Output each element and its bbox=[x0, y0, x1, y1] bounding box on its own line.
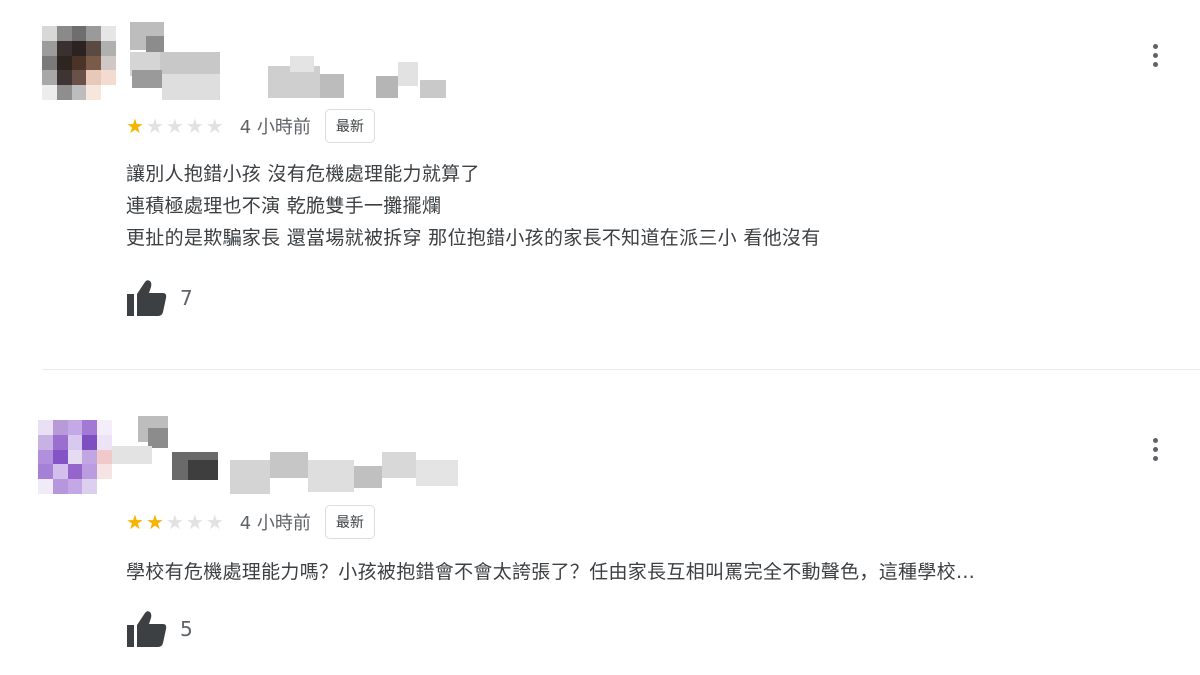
star-icon: ★ bbox=[185, 510, 204, 534]
star-icon: ★ bbox=[205, 510, 224, 534]
review-meta: ★ ★ ★ ★ ★ 4 小時前 最新 bbox=[126, 504, 375, 540]
reviewer-name-blurred[interactable] bbox=[130, 22, 460, 112]
star-icon: ★ bbox=[145, 510, 164, 534]
new-badge: 最新 bbox=[324, 109, 375, 143]
like-count: 7 bbox=[180, 286, 193, 310]
star-icon: ★ bbox=[165, 114, 184, 138]
more-options-button[interactable] bbox=[1144, 434, 1166, 464]
divider bbox=[42, 369, 1200, 370]
star-icon: ★ bbox=[126, 510, 144, 534]
review-text: 讓別人抱錯小孩 沒有危機處理能力就算了 連積極處理也不演 乾脆雙手一攤擺爛 更扯… bbox=[126, 158, 821, 254]
reviewer-name-blurred[interactable] bbox=[112, 416, 462, 506]
star-icon: ★ bbox=[205, 114, 224, 138]
like-button[interactable]: 7 bbox=[126, 278, 193, 318]
more-vert-icon bbox=[1152, 437, 1158, 443]
review-text-line: 學校有危機處理能力嗎？小孩被抱錯會不會太誇張了？任由家長互相叫罵完全不動聲色，這… bbox=[126, 561, 976, 583]
star-icon: ★ bbox=[126, 114, 144, 138]
star-icon: ★ bbox=[185, 114, 204, 138]
rating-stars: ★ ★ ★ ★ ★ bbox=[126, 116, 224, 136]
rating-stars: ★ ★ ★ ★ ★ bbox=[126, 512, 224, 532]
new-badge: 最新 bbox=[324, 505, 375, 539]
thumbs-up-icon bbox=[126, 279, 168, 317]
star-icon: ★ bbox=[165, 510, 184, 534]
star-icon: ★ bbox=[145, 114, 164, 138]
like-count: 5 bbox=[180, 617, 193, 641]
review-text: 學校有危機處理能力嗎？小孩被抱錯會不會太誇張了？任由家長互相叫罵完全不動聲色，這… bbox=[126, 556, 975, 588]
review-time: 4 小時前 bbox=[239, 513, 311, 534]
review-text-line: 連積極處理也不演 乾脆雙手一攤擺爛 bbox=[126, 195, 442, 217]
avatar[interactable] bbox=[38, 420, 112, 494]
review-time: 4 小時前 bbox=[239, 117, 311, 138]
avatar[interactable] bbox=[42, 26, 116, 100]
review-text-line: 更扯的是欺騙家長 還當場就被拆穿 那位抱錯小孩的家長不知道在派三小 看他沒有 bbox=[126, 227, 821, 249]
more-vert-icon bbox=[1152, 43, 1158, 49]
thumbs-up-icon bbox=[126, 610, 168, 648]
more-options-button[interactable] bbox=[1144, 40, 1166, 70]
like-button[interactable]: 5 bbox=[126, 609, 193, 649]
review-text-line: 讓別人抱錯小孩 沒有危機處理能力就算了 bbox=[126, 163, 480, 185]
review-meta: ★ ★ ★ ★ ★ 4 小時前 最新 bbox=[126, 108, 375, 144]
